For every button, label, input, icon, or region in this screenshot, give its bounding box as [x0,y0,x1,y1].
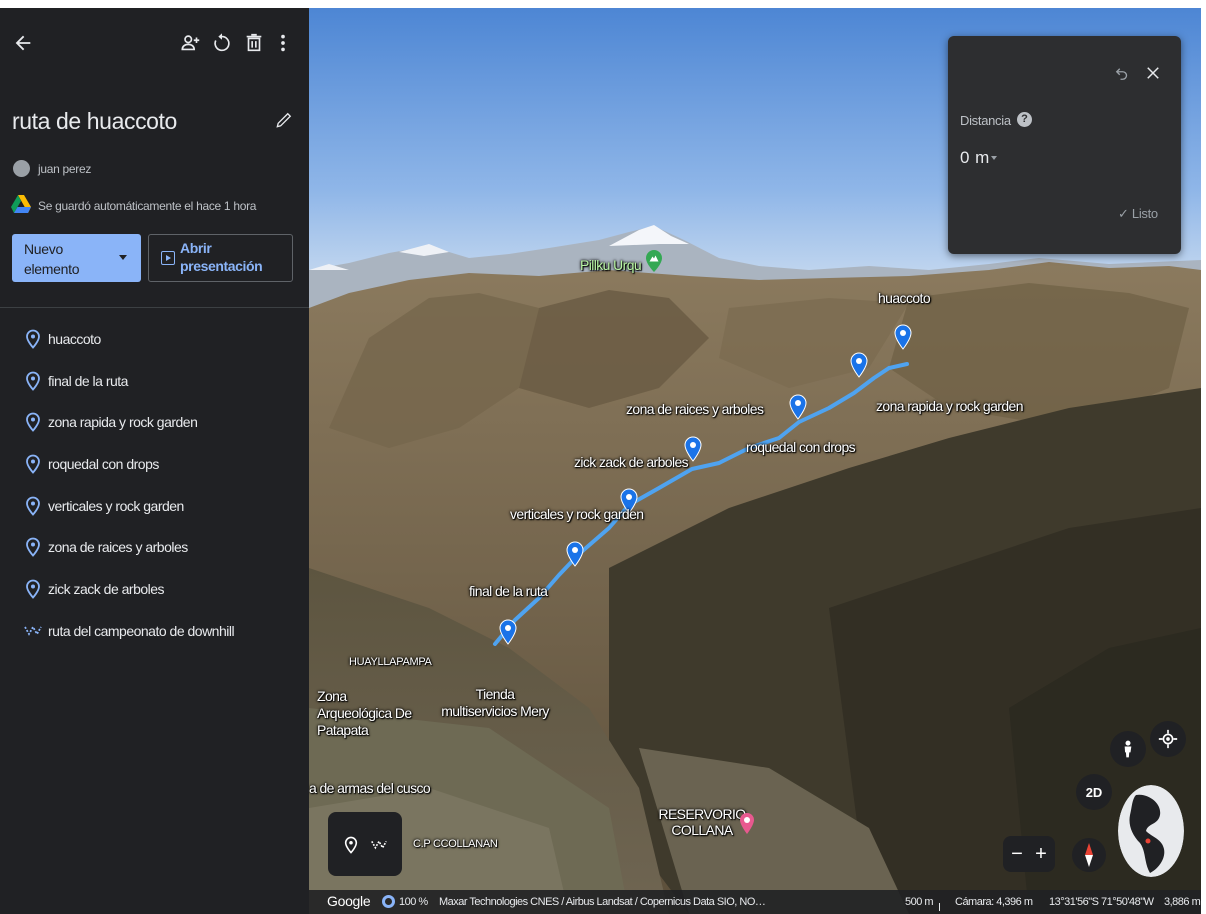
place-label-ccollanan: C.P CCOLLANAN [413,838,498,850]
view-2d-button[interactable]: 2D [1076,774,1112,810]
more-vert-icon[interactable] [270,30,296,56]
sync-icon[interactable] [209,30,235,56]
place-label-tienda: Tienda multiservicios Mery [441,686,549,719]
close-icon[interactable] [1142,62,1164,84]
peak-marker-icon[interactable] [645,250,663,272]
share-person-icon[interactable] [178,30,204,56]
placemark-icon [26,579,40,599]
feature-item-ruta-downhill[interactable]: ruta del campeonato de downhill [0,610,309,652]
feature-label: zona rapida y rock garden [48,414,198,431]
divider [0,307,309,308]
status-bar: Google 100 % Maxar Technologies CNES / A… [309,890,1201,914]
feature-label: final de la ruta [48,372,128,389]
zoom-in-button[interactable]: + [1030,842,1052,866]
map-label-zona-raices: zona de raices y arboles [626,401,764,417]
scale-bar [939,903,943,911]
feature-label: zona de raices y arboles [48,539,188,556]
check-icon: ✓ [1118,206,1132,221]
placemark-icon [26,329,40,349]
feature-label: roquedal con drops [48,455,159,472]
placemark-pin-huaccoto[interactable] [894,324,912,350]
chevron-down-icon [119,255,127,260]
place-label-reservorio: RESERVORIO COLLANA [658,806,746,838]
map-label-roquedal: roquedal con drops [746,439,856,455]
feature-item-huaccoto[interactable]: huaccoto [0,318,309,360]
elevation: 3,886 m [1164,896,1201,908]
load-percent: 100 % [399,896,428,908]
presentation-play-icon [161,251,175,265]
feature-item-zona-rapida[interactable]: zona rapida y rock garden [0,401,309,443]
map-label-zona-rapida: zona rapida y rock garden [876,398,1023,414]
unit-dropdown-icon[interactable] [991,156,997,160]
project-title: ruta de huaccoto [12,108,177,134]
feature-item-zick-zack[interactable]: zick zack de arboles [0,568,309,610]
back-arrow-icon[interactable] [10,30,36,56]
help-icon[interactable]: ? [1017,112,1032,127]
placemark-icon [26,371,40,391]
draw-path-icon[interactable] [369,834,389,856]
path-icon [24,624,42,636]
open-presentation-button[interactable]: Abrir presentación [148,234,293,282]
feature-item-verticales[interactable]: verticales y rock garden [0,485,309,527]
scale-label: 500 m [905,896,934,908]
map-label-huaccoto: huaccoto [878,290,931,306]
compass-icon[interactable] [1072,838,1106,872]
loading-ring-icon [382,895,395,908]
feature-label: verticales y rock garden [48,497,184,514]
peak-label: Pillku Urqu [580,257,642,273]
zoom-controls: − + [1003,836,1055,872]
coordinates[interactable]: 13°31'56"S 71°50'48"W [1049,896,1154,908]
placemark-icon [26,538,40,558]
open-presentation-label: Abrir presentación [180,240,263,274]
distance-value: 0 m [960,148,990,167]
placemark-icon [26,454,40,474]
map-label-zick-zack: zick zack de arboles [574,454,689,470]
google-drive-icon [11,195,31,213]
globe-icon[interactable] [1118,785,1184,877]
map-label-verticales: verticales y rock garden [510,506,644,522]
author-name: juan perez [38,162,92,176]
autosave-status: Se guardó automáticamente el hace 1 hora [38,199,257,213]
feature-item-zona-raices[interactable]: zona de raices y arboles [0,526,309,568]
place-pin-reservorio[interactable] [739,813,755,835]
feature-item-roquedal[interactable]: roquedal con drops [0,443,309,485]
placemark-icon [26,496,40,516]
undo-icon[interactable] [1111,63,1133,85]
place-label-huayllapampa: HUAYLLAPAMPA [349,656,432,668]
pegman-icon[interactable] [1110,731,1146,767]
placemark-pin-zona-raices[interactable] [789,394,807,420]
feature-label: zick zack de arboles [48,580,165,597]
placemark-pin-zona-rapida[interactable] [850,352,868,378]
sidebar: ruta de huaccoto juan perez Se guardó au… [0,8,309,914]
feature-label: huaccoto [48,330,101,347]
feature-label: ruta del campeonato de downhill [48,622,235,639]
add-placemark-icon[interactable] [341,834,361,856]
zoom-out-button[interactable]: − [1006,842,1028,866]
my-location-icon[interactable] [1150,721,1186,757]
new-item-label: Nuevo elemento [24,241,80,277]
distance-label: Distancia [960,113,1011,128]
map-label-final: final de la ruta [469,583,548,599]
done-button[interactable]: ✓ Listo [1118,206,1158,222]
placemark-icon [26,412,40,433]
placemark-pin-final[interactable] [566,541,584,567]
draw-tools [328,812,402,876]
done-label: Listo [1131,206,1158,221]
placemark-pin-start[interactable] [499,619,517,645]
camera-altitude: Cámara: 4,396 m [955,896,1033,908]
place-label-zona-arqueologica: Zona Arqueológica De Patapata [317,688,412,738]
google-logo: Google [327,893,371,909]
trash-icon[interactable] [241,30,267,56]
new-item-button[interactable]: Nuevo elemento [12,234,141,282]
attribution-text[interactable]: Maxar Technologies CNES / Airbus Landsat… [439,896,769,908]
place-label-plaza: a de armas del cusco [309,780,431,796]
feature-list: huaccoto final de la ruta zona rapida y … [0,318,309,652]
measure-distance-panel: Distancia ? 0 m ✓ Listo [948,36,1181,254]
pencil-edit-icon[interactable] [272,108,296,132]
avatar [13,160,30,177]
feature-item-final-de-la-ruta[interactable]: final de la ruta [0,360,309,402]
sidebar-toolbar [0,8,309,82]
